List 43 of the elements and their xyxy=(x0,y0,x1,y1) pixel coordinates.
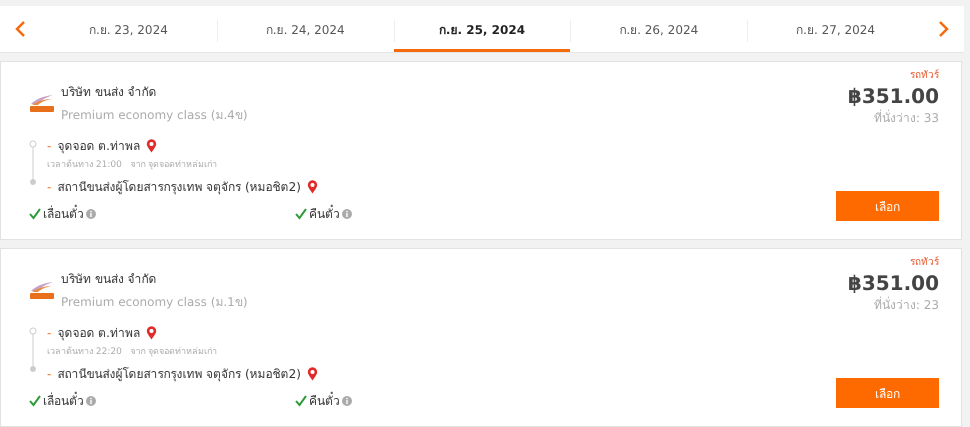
feature-label: เลื่อนตั๋ว xyxy=(43,204,84,223)
stop-name: จุดจอด ต.ท่าพล xyxy=(57,325,140,342)
feature-label: คืนตั๋ว xyxy=(309,204,340,223)
feature-label: คืนตั๋ว xyxy=(309,391,340,410)
info-icon[interactable] xyxy=(86,208,96,218)
route-line-drawing xyxy=(29,140,37,186)
info-icon[interactable] xyxy=(342,208,352,218)
seats-available: ที่นั่งว่าง: 33 xyxy=(874,108,939,127)
stop-name: สถานีขนส่งผู้โดยสารกรุงเทพ จตุจักร (หมอชิต2) xyxy=(57,179,301,196)
bus-company-logo xyxy=(29,279,55,301)
stop-dash: - xyxy=(47,138,52,152)
chevron-right-icon xyxy=(938,20,950,38)
date-tab[interactable]: ก.ย. 24, 2024 xyxy=(216,6,394,52)
route-line-drawing xyxy=(29,327,37,373)
departure-note: เวลาต้นทาง 21:00 จาก จุดจอดท่าหล่มเก่า xyxy=(47,158,218,171)
info-icon[interactable] xyxy=(86,396,96,406)
ticket-price: ฿351.00 xyxy=(848,84,939,108)
stop-name: จุดจอด ต.ท่าพล xyxy=(57,138,140,155)
operator-name: บริษัท ขนส่ง จำกัด xyxy=(61,271,158,288)
stop-dash: - xyxy=(47,180,52,194)
chevron-left-icon xyxy=(14,20,26,38)
seats-available: ที่นั่งว่าง: 23 xyxy=(874,296,939,314)
bus-class: Premium economy class (ม.4ข) xyxy=(61,107,248,124)
map-pin-icon[interactable] xyxy=(306,366,318,380)
bus-company-logo xyxy=(29,92,55,114)
date-tab[interactable]: ก.ย. 25, 2024 xyxy=(394,6,570,52)
ticket-price: ฿351.00 xyxy=(848,271,939,295)
bus-type-tag: รถทัวร์ xyxy=(910,67,939,82)
bus-type-tag: รถทัวร์ xyxy=(910,254,939,269)
feature-label: เลื่อนตั๋ว xyxy=(43,391,84,410)
map-pin-icon[interactable] xyxy=(146,138,157,152)
date-tab[interactable]: ก.ย. 27, 2024 xyxy=(747,6,924,52)
departure-note: เวลาต้นทาง 22:20 จาก จุดจอดท่าหล่มเก่า xyxy=(47,346,218,358)
stop-name: สถานีขนส่งผู้โดยสารกรุงเทพ จตุจักร (หมอชิต2) xyxy=(57,366,301,383)
stop-dash: - xyxy=(47,326,52,340)
info-icon[interactable] xyxy=(342,396,352,406)
stop-dash: - xyxy=(47,366,52,380)
map-pin-icon[interactable] xyxy=(306,180,318,194)
bus-class: Premium economy class (ม.1ข) xyxy=(61,294,248,311)
date-tab[interactable]: ก.ย. 23, 2024 xyxy=(40,6,217,52)
map-pin-icon[interactable] xyxy=(146,326,157,340)
operator-name: บริษัท ขนส่ง จำกัด xyxy=(61,84,158,101)
date-tab[interactable]: ก.ย. 26, 2024 xyxy=(570,6,748,52)
